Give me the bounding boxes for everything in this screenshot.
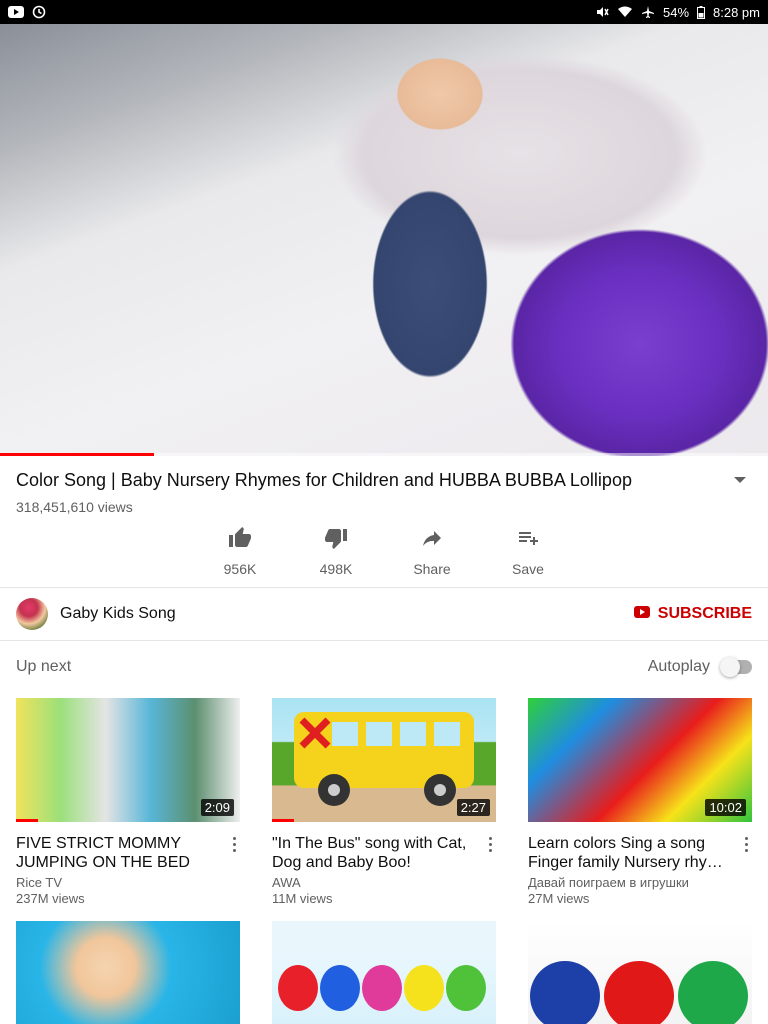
more-vert-icon[interactable] (484, 834, 496, 854)
share-icon (420, 526, 444, 555)
clock: 8:28 pm (713, 4, 760, 20)
card-body: Learn colors Sing a song Finger family N… (528, 834, 752, 907)
sync-icon (32, 5, 46, 19)
subscribe-label: SUBSCRIBE (657, 605, 752, 622)
airplane-icon (641, 5, 655, 19)
green-spiky-ball (678, 961, 748, 1024)
subscribe-button[interactable]: SUBSCRIBE (633, 605, 752, 623)
video-thumbnail[interactable]: 2:09 (16, 698, 240, 822)
green-balloon (446, 965, 486, 1011)
action-bar: 956K 498K Share Save (192, 526, 576, 577)
card-views: 237M views (16, 891, 85, 906)
playlist-add-icon (516, 526, 540, 555)
thumb-down-icon (324, 526, 348, 555)
video-thumbnail[interactable]: 2:27 (272, 698, 496, 822)
share-button[interactable]: Share (384, 526, 480, 577)
card-title[interactable]: "In The Bus" song with Cat, Dog and Baby… (272, 834, 472, 872)
card-body: FIVE STRICT MOMMY JUMPING ON THE BED S… … (16, 834, 240, 907)
channel-name[interactable]: Gaby Kids Song (60, 605, 176, 623)
divider (0, 587, 768, 588)
video-thumbnail[interactable] (16, 921, 240, 1024)
video-card[interactable]: 2:09 FIVE STRICT MOMMY JUMPING ON THE BE… (16, 698, 240, 908)
more-vert-icon[interactable] (228, 834, 240, 854)
yellow-balloon (404, 965, 444, 1011)
card-channel: AWA (272, 875, 301, 890)
mute-icon (595, 5, 609, 19)
red-balloon (278, 965, 318, 1011)
youtube-logo-icon (633, 605, 650, 623)
video-progress-bar[interactable] (0, 453, 768, 456)
video-card[interactable]: 2:27 "In The Bus" song with Cat, Dog and… (272, 698, 496, 908)
divider (0, 640, 768, 641)
autoplay-label: Autoplay (647, 658, 710, 675)
dropdown-icon (733, 471, 747, 489)
up-next-header: Up next Autoplay (16, 657, 752, 677)
card-views: 11M views (272, 891, 333, 906)
expand-description-button[interactable] (728, 468, 752, 492)
save-label: Save (512, 561, 544, 577)
channel-row: Gaby Kids Song SUBSCRIBE (16, 597, 752, 631)
title-row: Color Song | Baby Nursery Rhymes for Chi… (16, 468, 752, 492)
thumb-up-icon (228, 526, 252, 555)
watch-progress (272, 819, 295, 822)
autoplay-toggle-knob (720, 657, 740, 677)
youtube-icon (8, 6, 24, 18)
like-button[interactable]: 956K (192, 526, 288, 577)
blue-balloon (320, 965, 360, 1011)
status-bar: 54% 8:28 pm (0, 0, 768, 24)
wifi-icon (617, 6, 633, 18)
watch-progress (16, 819, 39, 822)
channel-avatar[interactable] (16, 598, 48, 630)
card-views: 27M views (528, 891, 590, 906)
dislike-count: 498K (319, 561, 353, 577)
battery-percent: 54% (662, 4, 690, 20)
video-thumbnail[interactable]: 10:02 (528, 698, 752, 822)
card-channel: Rice TV (16, 875, 62, 890)
video-card[interactable]: 10:02 Learn colors Sing a song Finger fa… (528, 698, 752, 908)
like-count: 956K (223, 561, 257, 577)
card-title[interactable]: FIVE STRICT MOMMY JUMPING ON THE BED S… (16, 834, 216, 872)
autoplay-control[interactable]: Autoplay (647, 657, 752, 677)
video-duration: 10:02 (705, 799, 746, 816)
autoplay-toggle[interactable] (720, 657, 752, 677)
up-next-label: Up next (16, 658, 72, 675)
pink-balloon (362, 965, 402, 1011)
video-thumbnail[interactable] (272, 921, 496, 1024)
video-player[interactable] (0, 24, 768, 456)
more-vert-icon[interactable] (740, 834, 752, 854)
blue-spiky-ball (530, 961, 600, 1024)
card-title[interactable]: Learn colors Sing a song Finger family N… (528, 834, 728, 872)
red-spiky-ball (604, 961, 674, 1024)
card-channel: Давай поиграем в игрушки (528, 875, 689, 890)
share-label: Share (413, 561, 451, 577)
status-right: 54% 8:28 pm (595, 5, 760, 20)
channel-info[interactable]: Gaby Kids Song (16, 598, 176, 630)
battery-icon (697, 5, 706, 19)
video-title: Color Song | Baby Nursery Rhymes for Chi… (16, 470, 632, 490)
view-count: 318,451,610 views (16, 499, 133, 515)
video-progress-fill (0, 453, 154, 456)
save-button[interactable]: Save (480, 526, 576, 577)
video-duration: 2:09 (200, 799, 234, 816)
up-next-grid-row-2 (16, 921, 752, 1024)
dislike-button[interactable]: 498K (288, 526, 384, 577)
up-next-grid: 2:09 FIVE STRICT MOMMY JUMPING ON THE BE… (16, 698, 752, 908)
status-left (8, 5, 46, 19)
video-duration: 2:27 (456, 799, 490, 816)
video-thumbnail[interactable] (528, 921, 752, 1024)
card-body: "In The Bus" song with Cat, Dog and Baby… (272, 834, 496, 907)
